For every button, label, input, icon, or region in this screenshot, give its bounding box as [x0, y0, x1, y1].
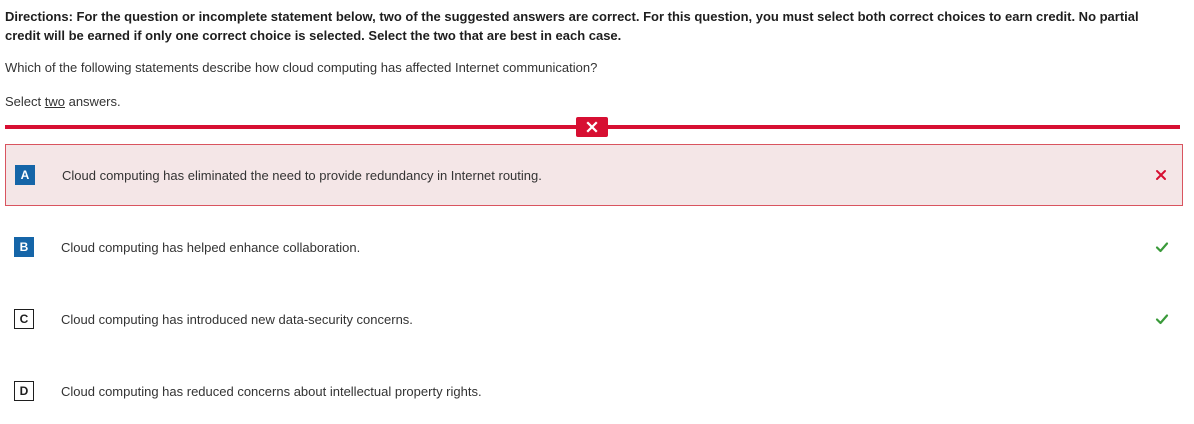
answer-option-c[interactable]: C Cloud computing has introduced new dat…: [5, 288, 1183, 350]
answer-option-a[interactable]: A Cloud computing has eliminated the nee…: [5, 144, 1183, 206]
directions-text: Directions: For the question or incomple…: [5, 9, 1139, 43]
option-text-c: Cloud computing has introduced new data-…: [61, 311, 413, 327]
select-instruction: Select two answers.: [5, 93, 121, 111]
select-suffix: answers.: [64, 94, 121, 109]
option-text-d: Cloud computing has reduced concerns abo…: [61, 383, 482, 399]
correct-check-icon: [1155, 240, 1169, 254]
correct-check-icon: [1155, 312, 1169, 326]
incorrect-x-icon: [1154, 168, 1168, 182]
answer-option-d[interactable]: D Cloud computing has reduced concerns a…: [5, 360, 1183, 422]
result-badge: [576, 117, 608, 137]
select-prefix: Select: [5, 94, 45, 109]
option-letter-c: C: [14, 309, 34, 329]
option-letter-b: B: [14, 237, 34, 257]
option-letter-d: D: [14, 381, 34, 401]
select-count: two: [44, 94, 65, 109]
option-text-b: Cloud computing has helped enhance colla…: [61, 239, 361, 255]
x-icon: [586, 121, 598, 133]
option-letter-a: A: [15, 165, 35, 185]
option-text-a: Cloud computing has eliminated the need …: [62, 167, 542, 183]
answer-option-b[interactable]: B Cloud computing has helped enhance col…: [5, 216, 1183, 278]
question-text: Which of the following statements descri…: [5, 60, 598, 75]
